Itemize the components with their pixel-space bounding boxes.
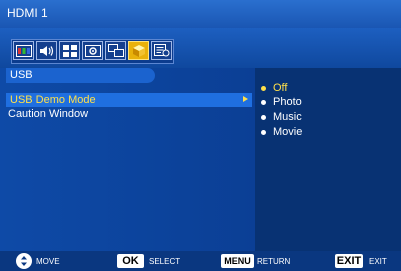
menu-item-usb-demo-mode[interactable]: USB Demo Mode: [6, 93, 252, 107]
option-music[interactable]: Music: [261, 111, 302, 123]
option-label: Movie: [273, 126, 303, 138]
move-label: MOVE: [36, 257, 60, 266]
chevron-right-icon: [243, 96, 248, 102]
radio-dot-icon: [261, 129, 266, 135]
menu-key: MENU: [221, 254, 254, 268]
input-icon[interactable]: [105, 41, 126, 60]
option-icon[interactable]: [151, 41, 172, 60]
menu-item-label: Caution Window: [8, 108, 89, 120]
option-off[interactable]: Off: [261, 82, 287, 94]
radio-dot-icon: [261, 114, 266, 120]
picture-icon[interactable]: [13, 41, 34, 60]
title-bar: HDMI 1: [0, 0, 401, 28]
schedule-icon[interactable]: [59, 41, 80, 60]
option-label: Off: [273, 82, 288, 94]
menu-item-label: USB Demo Mode: [10, 94, 96, 106]
radio-dot-icon: [261, 85, 266, 91]
radio-dot-icon: [261, 99, 266, 105]
control-hint-bar: MOVE OK SELECT MENU RETURN EXIT EXIT: [0, 251, 401, 271]
option-photo[interactable]: Photo: [261, 96, 302, 108]
direction-pad-icon: [16, 253, 32, 269]
option-movie[interactable]: Movie: [261, 126, 302, 138]
setup-icon[interactable]: [82, 41, 103, 60]
return-label: RETURN: [257, 257, 291, 266]
usb-icon[interactable]: [128, 41, 149, 60]
category-icon-bar: [0, 28, 401, 68]
option-label: Photo: [273, 96, 302, 108]
exit-label: EXIT: [369, 257, 387, 266]
menu-item-caution-window[interactable]: Caution Window: [8, 108, 88, 120]
ok-key: OK: [117, 254, 144, 268]
exit-key: EXIT: [335, 254, 363, 268]
section-title: USB: [6, 68, 155, 83]
category-icon-row: [11, 39, 174, 64]
audio-icon[interactable]: [36, 41, 57, 60]
select-label: SELECT: [149, 257, 181, 266]
input-source-title: HDMI 1: [7, 6, 48, 20]
option-label: Music: [273, 111, 302, 123]
